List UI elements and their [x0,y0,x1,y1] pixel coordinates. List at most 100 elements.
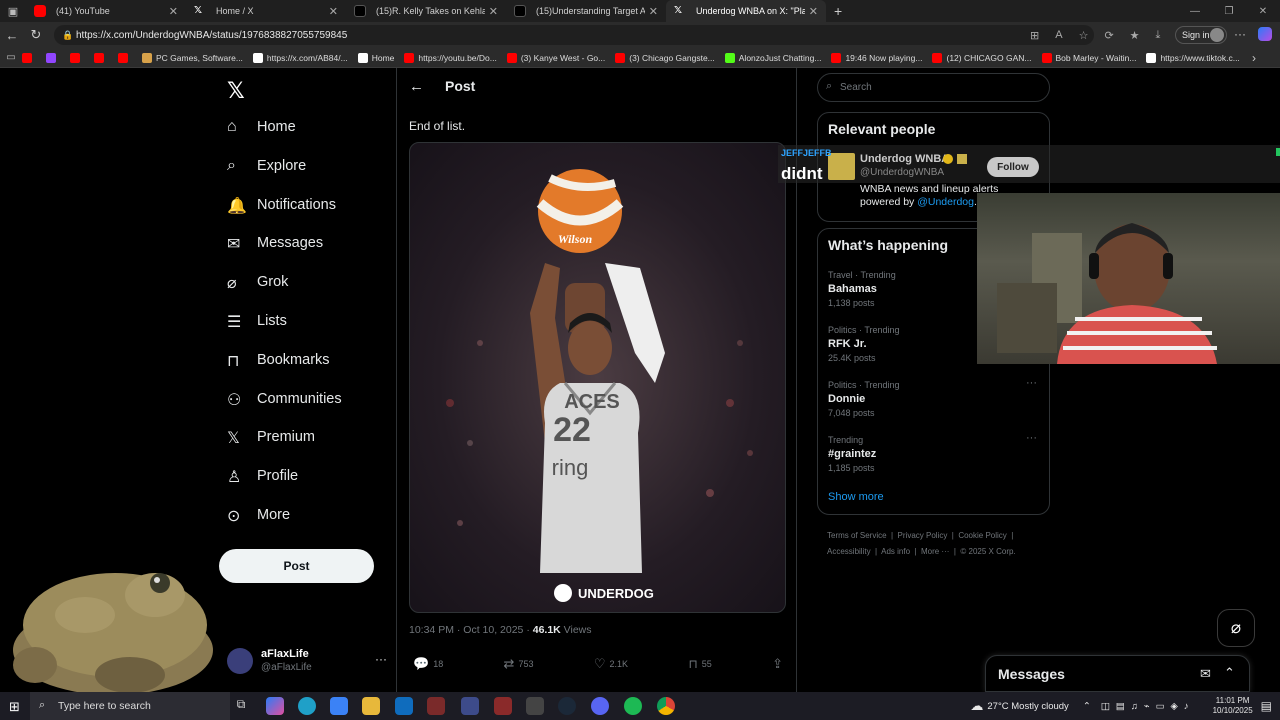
reply-button[interactable]: 💬 18 [413,656,443,672]
post-button[interactable]: Post [219,549,374,583]
edge-icon[interactable] [298,697,316,715]
trend-item[interactable]: Travel · Trending Bahamas 1,138 posts [828,270,896,308]
sidebar-item-premium[interactable]: 𝕏 Premium [227,428,315,447]
sidebar-item-grok[interactable]: ⌀ Grok [227,273,288,292]
bookmark-item[interactable]: https://x.com/AB84/... [252,52,348,63]
bookmark-item[interactable] [94,52,108,63]
app-icon[interactable] [526,697,544,715]
relevant-person-name[interactable]: Underdog WNBA [860,153,949,165]
tab-underdog-active[interactable]: 𝕏Underdog WNBA on X: "Players li✕ [666,0,826,22]
sidebar-item-lists[interactable]: ☰ Lists [227,312,287,331]
copilot-taskbar-icon[interactable] [266,697,284,715]
sidebar-item-home[interactable]: ⌂ Home [227,118,296,136]
trend-item[interactable]: Trending #graintez 1,185 posts [828,435,876,473]
bookmark-item[interactable]: PC Games, Software... [142,52,243,63]
taskbar-search-input[interactable]: ⌕ Type here to search [30,692,230,720]
sidebar-item-more[interactable]: ⊙ More [227,506,290,525]
sidebar-item-explore[interactable]: ⌕ Explore [227,157,306,175]
app-available-icon[interactable]: ⊞ [1030,29,1039,42]
bookmarks-overflow-icon[interactable]: › [1252,51,1256,65]
search-input[interactable]: ⌕ Search [817,73,1050,102]
share-button[interactable]: ⇪ [772,656,783,672]
bookmark-item[interactable] [118,52,132,63]
tab-actions-icon[interactable]: ▣ [0,5,26,18]
new-tab-button[interactable]: + [834,3,842,19]
settings-menu-icon[interactable]: ··· [1234,27,1246,41]
maximize-icon[interactable]: ❐ [1212,6,1246,17]
clock[interactable]: 11:01 PM 10/10/2025 [1213,696,1253,716]
game-icon[interactable] [494,697,512,715]
copilot-icon[interactable] [1258,27,1272,41]
bookmark-item[interactable]: (3) Chicago Gangste... [615,52,715,63]
x-logo-icon[interactable]: 𝕏 [227,78,245,104]
trend-item[interactable]: Politics · Trending RFK Jr. 25.4K posts [828,325,900,363]
bookmark-item[interactable]: 19:46 Now playing... [831,52,922,63]
account-switcher[interactable]: aFlaxLife @aFlaxLife ··· [227,648,387,678]
expand-icon[interactable]: ⌃ [1224,665,1235,681]
sidebar-item-messages[interactable]: ✉ Messages [227,234,323,253]
close-window-icon[interactable]: ✕ [1246,6,1280,17]
bookmark-item[interactable]: https://www.tiktok.c... [1146,52,1240,63]
sidebar-item-communities[interactable]: ⚇ Communities [227,390,342,409]
windows-start-icon[interactable]: ⊞ [9,699,20,715]
bookmark-item[interactable]: https://youtu.be/Do... [404,52,497,63]
tab-tiktok-1[interactable]: (15)R. Kelly Takes on Kehlani's Fol✕ [346,0,506,22]
follow-button[interactable]: Follow [987,157,1039,177]
back-arrow-icon[interactable]: ← [409,78,424,95]
close-icon[interactable]: ✕ [809,5,818,18]
trend-item[interactable]: Politics · Trending Donnie 7,048 posts [828,380,900,418]
refresh-icon[interactable]: ↻ [24,27,48,43]
minimize-icon[interactable]: — [1178,6,1212,17]
tab-tiktok-2[interactable]: (15)Understanding Target Audien✕ [506,0,666,22]
more-dots-icon[interactable]: ··· [375,652,387,666]
store-icon[interactable] [330,697,348,715]
sidebar-item-profile[interactable]: ♙ Profile [227,467,298,486]
favorite-star-icon[interactable]: ☆ [1079,29,1089,42]
outlook-icon[interactable] [395,697,413,715]
underdog-avatar[interactable] [828,153,855,180]
close-icon[interactable]: ✕ [649,5,658,18]
tab-youtube[interactable]: (41) YouTube ✕ [26,0,186,22]
trend-more-icon[interactable]: ··· [1026,377,1037,389]
show-more-link[interactable]: Show more [828,491,884,503]
like-button[interactable]: ♡ 2.1K [594,656,628,672]
tray-icons[interactable]: ◫▤♫⌁▭◈♪ [1101,701,1195,712]
url-field[interactable]: 🔒 https://x.com/UnderdogWNBA/status/1976… [54,25,1094,45]
favorites-icon[interactable]: ★ [1130,29,1140,42]
tab-x-home[interactable]: 𝕏 Home / X ✕ [186,0,346,22]
taskview-icon[interactable]: ⧉ [232,697,250,715]
read-aloud-icon[interactable]: A [1055,29,1062,41]
back-icon[interactable]: ← [0,28,24,43]
extensions-icon[interactable]: ⟳ [1104,29,1113,42]
discord-icon[interactable] [591,697,609,715]
bookmark-button[interactable]: ⊓ 55 [688,656,711,672]
repost-button[interactable]: ⇄ 753 [504,656,534,672]
sidebar-item-bookmarks[interactable]: ⊓ Bookmarks [227,351,330,370]
bookmark-item[interactable] [22,52,36,63]
sign-in-button[interactable]: Sign in [1175,26,1227,44]
downloads-icon[interactable]: ⤓ [1156,29,1161,42]
close-icon[interactable]: ✕ [489,5,498,18]
bookmark-item[interactable] [46,52,60,63]
bookmark-item[interactable]: (3) Kanye West - Go... [506,52,605,63]
weather-icon[interactable]: ☁ [970,698,983,714]
trend-more-icon[interactable]: ··· [1026,432,1037,444]
explorer-icon[interactable] [362,697,380,715]
chrome-icon[interactable] [657,697,675,715]
bookmark-folder-icon[interactable]: ▭ [0,52,22,63]
grok-float-button[interactable]: ⌀ [1217,609,1255,647]
bookmark-item[interactable]: Home [357,52,394,63]
tray-chevron-icon[interactable]: ⌃ [1083,701,1091,712]
bookmark-item[interactable] [70,52,84,63]
messages-drawer[interactable]: Messages ✉ ⌃ [985,655,1250,692]
new-message-icon[interactable]: ✉ [1200,666,1211,682]
app-icon[interactable] [427,697,445,715]
bookmark-item[interactable]: (12) CHICAGO GAN... [932,52,1032,63]
close-icon[interactable]: ✕ [169,5,178,18]
sidebar-item-notifications[interactable]: 🔔 Notifications [227,196,336,215]
steam-icon[interactable] [558,697,576,715]
notifications-icon[interactable]: ▤ [1261,699,1272,713]
game-icon[interactable] [461,697,479,715]
bookmark-item[interactable]: AlonzoJust Chatting... [724,52,821,63]
post-image[interactable]: ACES 22 ring Wilson UNDERDOG [409,142,786,613]
